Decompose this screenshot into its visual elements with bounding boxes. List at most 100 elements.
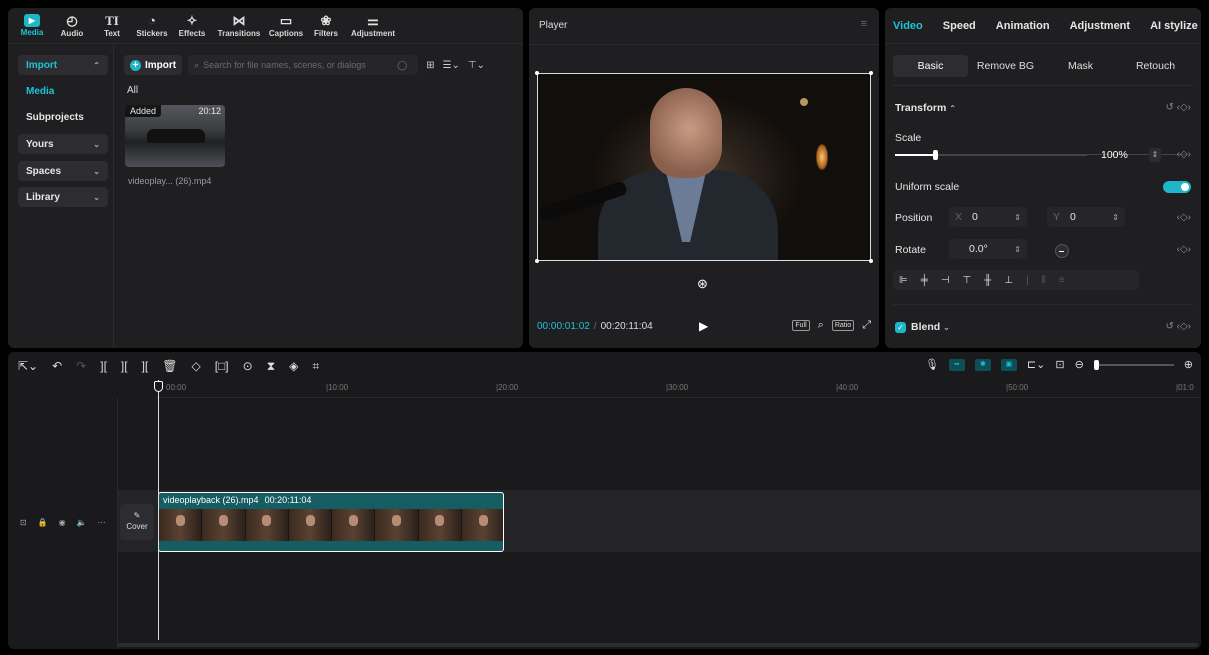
stepper-icon[interactable]: ⇕ (1014, 245, 1021, 254)
full-button[interactable]: Full (792, 320, 810, 331)
position-y-field[interactable]: Y 0 ⇕ (1047, 207, 1125, 227)
resize-handle[interactable] (869, 71, 873, 75)
subtab-remove-bg[interactable]: Remove BG (968, 55, 1043, 77)
blend-section-header[interactable]: Blend ⌄ (911, 321, 950, 333)
video-preview[interactable] (537, 73, 871, 261)
align-right-icon[interactable]: ⊣ (941, 275, 950, 286)
subtab-basic[interactable]: Basic (893, 55, 968, 77)
distribute-h-icon[interactable]: ⫴ (1042, 275, 1046, 286)
grid-view-icon[interactable]: ⊞ (426, 60, 434, 71)
tab-ai-stylize[interactable]: AI stylize (1150, 20, 1198, 32)
scene-search-icon[interactable]: ◯ (397, 60, 407, 71)
timeline-scrollbar[interactable] (118, 643, 1198, 647)
zoom-in-icon[interactable]: ⊕ (1184, 358, 1193, 371)
delete-icon[interactable]: 🗑 (162, 359, 177, 373)
zoom-fit-icon[interactable]: ⌕ (818, 319, 824, 332)
linkage-icon[interactable]: ▣ (1000, 358, 1017, 371)
align-bottom-icon[interactable]: ⊥ (1004, 275, 1013, 286)
tab-adjustment[interactable]: Adjustment (1070, 20, 1131, 32)
tool-filters[interactable]: ❀ Filters (306, 8, 346, 44)
align-center-h-icon[interactable]: ╪ (921, 275, 928, 286)
split-left-icon[interactable]: ][ (121, 359, 128, 373)
visibility-icon[interactable]: ◉ (59, 518, 66, 527)
fullscreen-icon[interactable]: ⤢ (862, 319, 871, 332)
tool-text[interactable]: TI Text (92, 8, 132, 44)
select-tool-icon[interactable]: ⇱⌄ (18, 359, 38, 373)
import-button[interactable]: + Import (124, 55, 183, 75)
resize-handle[interactable] (869, 259, 873, 263)
playhead-handle[interactable] (154, 381, 163, 392)
menu-icon[interactable]: ≡ (861, 18, 867, 30)
keyframe-reset-icon[interactable]: ↺ ‹◇› (1165, 321, 1191, 332)
tool-stickers[interactable]: ◔ Stickers (132, 8, 172, 44)
uniform-scale-toggle[interactable] (1163, 181, 1191, 193)
mirror-icon[interactable]: ⧗ (267, 359, 275, 374)
playhead[interactable] (158, 380, 159, 640)
preview-axis-icon[interactable]: ⊏⌄ (1027, 358, 1045, 371)
marker-icon[interactable]: ◇ (191, 359, 200, 373)
sidebar-item-import[interactable]: Import ⌃ (18, 55, 108, 75)
tool-audio[interactable]: ◴ Audio (52, 8, 92, 44)
sidebar-item-spaces[interactable]: Spaces ⌄ (18, 161, 108, 181)
subtab-mask[interactable]: Mask (1043, 55, 1118, 77)
auto-snap-icon[interactable]: ✱ (974, 358, 991, 371)
sidebar-item-media[interactable]: Media (18, 81, 108, 101)
transform-section-header[interactable]: Transform ⌃ (895, 102, 956, 114)
stepper-icon[interactable]: ⇕ (1014, 213, 1021, 222)
split-icon[interactable]: ][ (100, 359, 107, 373)
media-thumbnail[interactable]: Added 20:12 (125, 105, 225, 167)
scale-slider-handle[interactable] (933, 150, 938, 160)
stepper-icon[interactable]: ⇕ (1112, 213, 1119, 222)
cover-button[interactable]: ✎ Cover (120, 504, 154, 540)
rotate-value[interactable]: 0.0° (969, 243, 988, 255)
microphone-icon[interactable]: 🎙 (925, 358, 939, 371)
search-box[interactable]: ⌕ ◯ (188, 55, 419, 75)
crop-icon[interactable]: ⌗ (312, 359, 319, 374)
keyframe-icon[interactable]: ‹◇› (1177, 244, 1191, 255)
filter-icon[interactable]: ⊤⌄ (468, 60, 485, 71)
freeze-icon[interactable]: [□] (215, 359, 229, 373)
resize-handle[interactable] (535, 71, 539, 75)
distribute-v-icon[interactable]: ≡ (1059, 275, 1065, 286)
keyframe-reset-icon[interactable]: ↺ ‹◇› (1165, 102, 1191, 113)
timeline-zoom-slider[interactable] (1093, 359, 1174, 370)
reverse-icon[interactable]: ⊙ (243, 359, 253, 373)
rotate-dial[interactable] (1055, 244, 1069, 258)
tool-effects[interactable]: ✧ Effects (172, 8, 212, 44)
timeline-ruler[interactable]: 00:00 |10:00 |20:00 |30:00 |40:00 |50:00… (156, 380, 1201, 398)
tool-captions[interactable]: ▭ Captions (266, 8, 306, 44)
more-icon[interactable]: ⋯ (98, 518, 106, 527)
sort-icon[interactable]: ☰⌄ (443, 60, 460, 71)
tab-video[interactable]: Video (893, 20, 923, 32)
tab-speed[interactable]: Speed (943, 20, 976, 32)
tool-media[interactable]: ▶ Media (12, 8, 52, 44)
play-button[interactable]: ▶ (699, 319, 708, 333)
main-track-magnet-icon[interactable]: ▪▪ (948, 358, 965, 371)
position-y-value[interactable]: 0 (1070, 211, 1076, 223)
undo-icon[interactable]: ↶ (52, 359, 62, 373)
ratio-button[interactable]: Ratio (831, 320, 855, 331)
search-input[interactable] (203, 60, 394, 70)
scale-stepper[interactable]: ⇕ (1149, 148, 1161, 162)
sidebar-item-subprojects[interactable]: Subprojects (18, 107, 108, 127)
mute-icon[interactable]: 🔈 (77, 518, 87, 527)
align-left-icon[interactable]: ⊫ (899, 275, 908, 286)
tool-adjustment[interactable]: ⚌ Adjustment (346, 8, 400, 44)
tab-animation[interactable]: Animation (996, 20, 1050, 32)
split-right-icon[interactable]: ][ (142, 359, 149, 373)
resize-handle[interactable] (535, 259, 539, 263)
lock-icon[interactable]: 🔒 (38, 518, 48, 527)
filter-all-label[interactable]: All (127, 85, 138, 96)
video-clip[interactable]: videoplayback (26).mp4 00:20:11:04 (158, 492, 504, 552)
rotate-field[interactable]: 0.0° ⇕ (949, 239, 1027, 259)
rotate-handle-icon[interactable]: ⊛ (697, 276, 708, 292)
blend-checkbox[interactable]: ✓ (895, 322, 906, 333)
tool-transitions[interactable]: ⋈ Transitions (212, 8, 266, 44)
fit-timeline-icon[interactable]: ⊡ (1055, 358, 1064, 371)
keyframe-icon[interactable]: ‹◇› (1177, 149, 1191, 160)
redo-icon[interactable]: ↷ (76, 359, 86, 373)
align-center-v-icon[interactable]: ╫ (984, 275, 991, 286)
align-top-icon[interactable]: ⊤ (963, 275, 972, 286)
timeline-zoom-handle[interactable] (1093, 359, 1099, 370)
scale-slider[interactable] (895, 150, 1187, 160)
